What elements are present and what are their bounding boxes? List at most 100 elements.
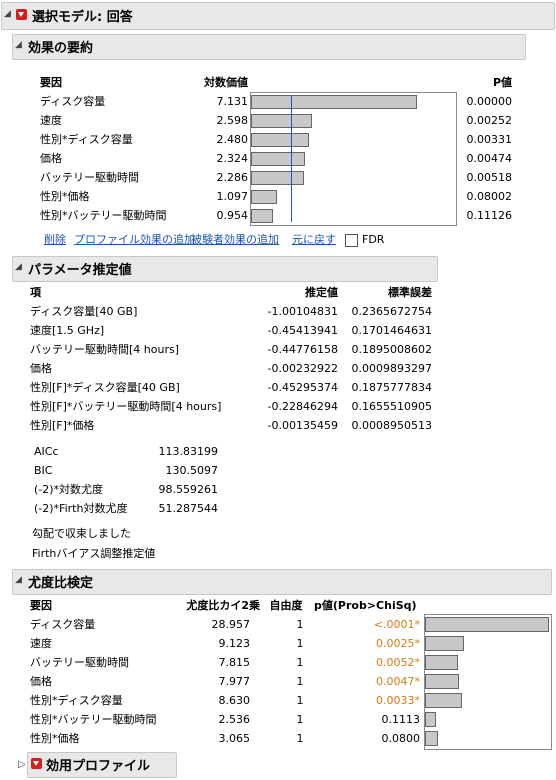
param-estimate: -0.00232922 [267,362,338,375]
param-estimate: -0.44776158 [267,343,338,356]
effect-name: 性別*バッテリー駆動時間 [40,209,167,222]
lr-df: 1 [296,618,304,631]
effect-pvalue: 0.00252 [466,114,513,127]
params-col-se: 標準誤差 [388,286,432,299]
lr-factor-name: 性別*ディスク容量 [30,694,123,707]
lr-chisq-bar [425,731,438,746]
page-title: 選択モデル: 回答 [32,10,133,25]
effect-name: 性別*ディスク容量 [40,133,133,146]
effect-logworth: 2.480 [216,133,249,146]
params-col-term: 項 [30,286,41,299]
lr-chisq: 2.536 [218,713,251,726]
fit-stat-label: AICc [34,445,59,458]
lr-chisq: 8.630 [218,694,251,707]
collapse-triangle-icon[interactable]: ◢ [15,575,22,585]
effect-name: 性別*価格 [40,190,90,203]
params-col-estimate: 推定値 [305,286,338,299]
lr-factor-name: 価格 [30,675,52,688]
fit-stat-value: 51.287544 [158,502,219,515]
effect-logworth: 2.286 [216,171,249,184]
firth-note: Firthバイアス調整推定値 [32,547,156,560]
fit-stat-value: 130.5097 [165,464,219,477]
add-profile-effect-link[interactable]: プロファイル効果の追加 [74,230,195,249]
add-subject-effect-link[interactable]: 被験者効果の追加 [191,230,279,249]
collapse-triangle-icon[interactable]: ◢ [4,9,11,19]
effect-name: 価格 [40,152,62,165]
param-se: 0.1875777834 [351,381,432,394]
param-term: 性別[F]*価格 [30,419,95,432]
logworth-bar [251,95,417,109]
lr-pvalue: 0.0047* [376,675,420,688]
lr-chisq-bar [425,693,462,708]
effect-logworth: 2.324 [216,152,249,165]
logworth-bar [251,171,304,185]
logworth-bar [251,114,312,128]
effects-col-factor: 要因 [40,76,62,89]
lr-df: 1 [296,637,304,650]
red-menu-icon[interactable] [16,9,27,20]
lr-chisq: 3.065 [218,732,251,745]
param-se: 0.1701464631 [351,324,432,337]
lr-df: 1 [296,713,304,726]
param-se: 0.1655510905 [351,400,432,413]
lr-col-p: p値(Prob>ChiSq) [314,599,417,612]
lr-chisq-bar [425,655,458,670]
collapse-triangle-icon[interactable]: ◢ [15,262,22,272]
logworth-bar [251,209,273,223]
param-term: 速度[1.5 GHz] [30,324,105,337]
undo-link[interactable]: 元に戻す [292,230,336,249]
logworth-bar [251,190,277,204]
param-se: 0.0009893297 [351,362,432,375]
logworth-bar [251,152,305,166]
remove-link[interactable]: 削除 [44,230,66,249]
logworth-reference-line [291,96,292,222]
red-menu-icon[interactable] [31,758,42,769]
fdr-checkbox[interactable] [345,234,358,247]
lr-df: 1 [296,732,304,745]
expand-triangle-icon[interactable]: ▷ [18,759,26,770]
param-estimate: -0.22846294 [267,400,338,413]
lr-factor-name: ディスク容量 [30,618,96,631]
lr-col-chisq: 尤度比カイ2乗 [186,599,260,612]
lr-factor-name: 速度 [30,637,52,650]
convergence-note: 勾配で収束しました [32,527,131,540]
effect-logworth: 2.598 [216,114,249,127]
effect-name: バッテリー駆動時間 [40,171,139,184]
effect-pvalue: 0.00000 [466,95,513,108]
lr-chisq-bar [425,712,436,727]
lr-col-df: 自由度 [269,599,303,612]
fit-stat-label: (-2)*対数尤度 [34,483,104,496]
effect-pvalue: 0.00474 [466,152,513,165]
logworth-bar [251,133,309,147]
effect-logworth: 1.097 [216,190,249,203]
lr-pvalue: <.0001* [373,618,420,631]
effects-title: 効果の要約 [28,41,94,56]
lr-chisq: 7.977 [218,675,251,688]
lr-pvalue: 0.0033* [376,694,420,707]
param-estimate: -0.00135459 [267,419,338,432]
param-estimate: -1.00104831 [267,305,338,318]
lr-chisq: 9.123 [218,637,251,650]
param-term: 性別[F]*ディスク容量[40 GB] [30,381,180,394]
collapse-triangle-icon[interactable]: ◢ [15,40,22,50]
lr-factor-name: バッテリー駆動時間 [30,656,129,669]
lr-pvalue: 0.0025* [376,637,420,650]
lr-chisq-bar [425,636,464,651]
effect-pvalue: 0.00331 [466,133,513,146]
fit-stat-label: (-2)*Firth対数尤度 [34,502,128,515]
lr-pvalue: 0.0800 [381,732,421,745]
param-se: 0.2365672754 [351,305,432,318]
param-estimate: -0.45295374 [267,381,338,394]
effect-logworth: 0.954 [216,209,249,222]
lr-chisq-bar [425,617,549,632]
lr-chisq-bar [425,674,459,689]
param-se: 0.0008950513 [351,419,432,432]
utility-title: 効用プロファイル [46,759,151,774]
param-term: バッテリー駆動時間[4 hours] [30,343,180,356]
lr-df: 1 [296,656,304,669]
params-title: パラメータ推定値 [28,263,132,278]
lr-pvalue: 0.1113 [381,713,421,726]
effect-pvalue: 0.00518 [466,171,513,184]
fdr-label: FDR [362,233,385,246]
param-estimate: -0.45413941 [267,324,338,337]
